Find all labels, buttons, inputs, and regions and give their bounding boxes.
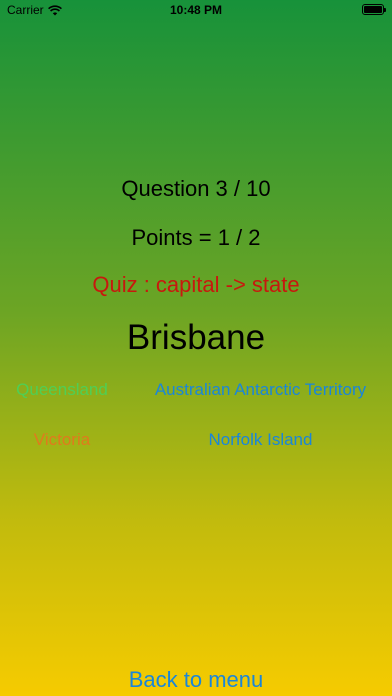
points-score: Points = 1 / 2 xyxy=(131,225,261,250)
answer-button-victoria[interactable]: Victoria xyxy=(0,430,124,450)
back-to-menu-button[interactable]: Back to menu xyxy=(0,667,392,693)
answer-button-australian-antarctic-territory[interactable]: Australian Antarctic Territory xyxy=(135,380,386,400)
answer-button-queensland[interactable]: Queensland xyxy=(0,380,124,400)
question-counter: Question 3 / 10 xyxy=(121,176,271,201)
quiz-mode-title: Quiz : capital -> state xyxy=(92,272,300,297)
battery-icon xyxy=(362,4,386,15)
status-time: 10:48 PM xyxy=(169,3,223,17)
prompt-capital: Brisbane xyxy=(126,318,266,357)
status-bar: Carrier 10:48 PM xyxy=(0,0,392,20)
battery-fill xyxy=(364,6,382,13)
answer-button-norfolk-island[interactable]: Norfolk Island xyxy=(135,430,386,450)
